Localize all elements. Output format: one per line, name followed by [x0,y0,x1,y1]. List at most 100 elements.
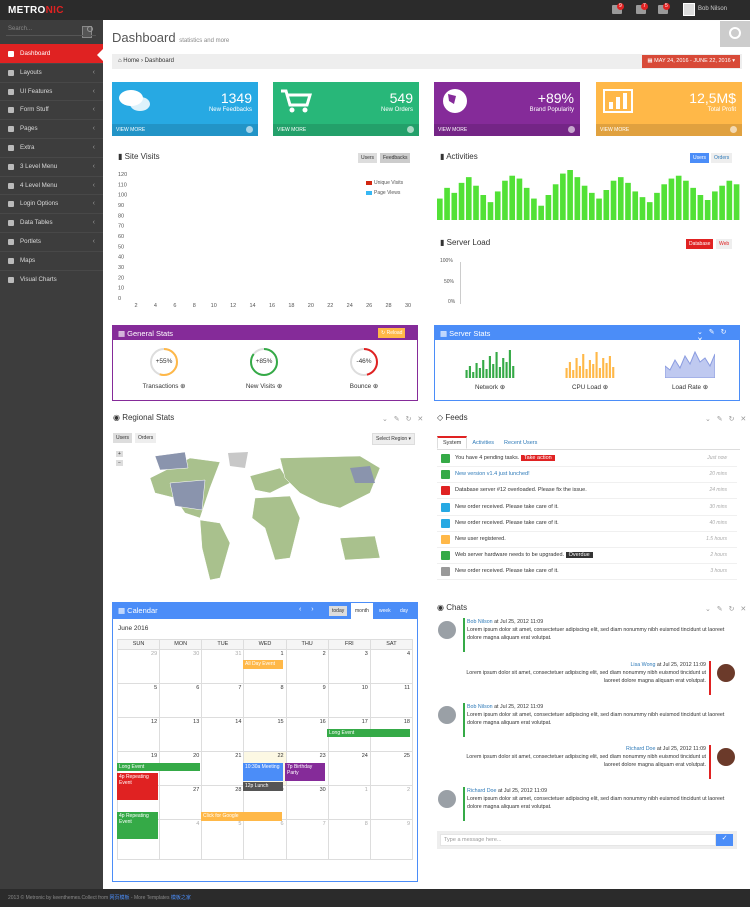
settings-gear-icon[interactable] [720,21,750,47]
calendar-day-cell[interactable]: 9 [285,683,329,718]
calendar-day-cell[interactable]: 6 [243,819,287,860]
calendar-day-cell[interactable]: 14 [201,717,245,752]
calendar-event[interactable]: 4p Repeating Event [117,773,158,800]
portlet-controls[interactable]: ⌄ ✎ ↻ ✕ [382,415,425,423]
stat-circle-label[interactable]: Transactions ⊕ [134,383,194,390]
tab-system[interactable]: System [437,436,468,449]
world-map[interactable] [130,448,400,583]
tab-recent-users[interactable]: Recent Users [499,438,542,448]
sidebar-item-ui-features[interactable]: UI Features ‹ [0,81,103,101]
feedbacks-toggle-button[interactable]: Feedbacks [380,153,411,163]
chat-author[interactable]: Bob Nilson [467,704,493,710]
feed-item[interactable]: New version v1.4 just lunched! 20 mins [437,467,737,484]
calendar-day-cell[interactable]: 25 [369,751,414,786]
calendar-day-cell[interactable]: 1 [327,785,371,820]
portlet-controls[interactable]: ⌄ ✎ ↻ ✕ [697,328,739,344]
calendar-event[interactable]: Long Event [327,729,410,737]
sidebar-item-dashboard[interactable]: Dashboard [0,44,103,63]
calendar-day-cell[interactable]: 13 [159,717,203,752]
sidebar-item-data-tables[interactable]: Data Tables ‹ [0,213,103,232]
feed-item[interactable]: New order received. Please take care of … [437,516,737,532]
sidebar-item-pages[interactable]: Pages ‹ [0,119,103,138]
feed-item[interactable]: You have 4 pending tasks. Take action Jus… [437,451,737,467]
sidebar-item-portlets[interactable]: Portlets ‹ [0,231,103,251]
sidebar-item-3-level-menu[interactable]: 3 Level Menu ‹ [0,156,103,176]
chat-avatar[interactable] [438,790,456,808]
select-region-dropdown[interactable]: Select Region ▾ [372,433,416,445]
calendar-day-cell[interactable]: 29 [116,649,161,684]
zoom-out-button[interactable]: − [116,460,123,466]
load-rate-label[interactable]: Load Rate ⊕ [660,384,720,391]
cpu-load-label[interactable]: CPU Load ⊕ [560,384,620,391]
footer-link-1[interactable]: 网页模板 [110,895,130,901]
reload-button[interactable]: ↻ Reload [378,328,406,338]
calendar-day-cell[interactable]: 8 [243,683,287,718]
activities-orders-button[interactable]: Orders [711,153,733,163]
calendar-nav-arrows[interactable]: ‹ › [299,606,316,613]
calendar-event[interactable]: 10:30a Meeting [243,763,283,781]
chat-avatar[interactable] [717,748,735,766]
calendar-event[interactable]: All Day Event [243,660,283,669]
footer-link-2[interactable]: 模板之家 [171,895,191,901]
calendar-day-cell[interactable]: 7 [285,819,329,860]
feed-tag[interactable]: Take action [520,455,555,461]
view-more-link[interactable]: VIEW MORE [434,124,580,136]
chat-author[interactable]: Richard Doe [626,746,655,752]
calendar-day-cell[interactable]: 5 [201,819,245,860]
portlet-controls[interactable]: ⌄ ✎ ↻ ✕ [705,605,748,613]
calendar-day-cell[interactable]: 10 [327,683,371,718]
database-button[interactable]: Database [686,239,714,249]
search-input[interactable]: Search... [6,24,96,36]
calendar-day-cell[interactable]: 21 [201,751,245,786]
activities-users-button[interactable]: Users [690,153,710,163]
calendar-day-cell[interactable]: 4 [159,819,203,860]
calendar-event[interactable]: 12p Lunch [243,782,283,791]
chat-author[interactable]: Lisa Wong [630,662,655,668]
calendar-day-cell[interactable]: 11 [369,683,414,718]
calendar-day-cell[interactable]: 15 [243,717,287,752]
calendar-day-cell[interactable]: 6 [159,683,203,718]
chat-author[interactable]: Bob Nilson [467,619,493,625]
calendar-day-cell[interactable]: 12 [116,717,161,752]
regional-orders-button[interactable]: Orders [135,433,157,443]
calendar-event[interactable]: 7p Birthday Party [285,763,325,781]
feed-item[interactable]: Database server #12 overloaded. Please f… [437,483,737,500]
calendar-day-cell[interactable]: 24 [327,751,371,786]
tab-activities[interactable]: Activities [467,438,499,448]
month-view-button[interactable]: month [351,603,373,619]
portlet-controls[interactable]: ⌄ ✎ ↻ ✕ [705,415,748,423]
calendar-day-cell[interactable]: 30 [159,649,203,684]
users-toggle-button[interactable]: Users [358,153,378,163]
sidebar-item-form-stuff[interactable]: Form Stuff ‹ [0,100,103,119]
chat-author[interactable]: Richard Doe [467,788,496,794]
stat-circle-label[interactable]: New Visits ⊕ [234,383,294,390]
today-button[interactable]: today [329,606,348,616]
feed-item[interactable]: Web server hardware needs to be upgraded… [437,548,737,565]
search-icon[interactable] [87,26,93,32]
day-view-button[interactable]: day [396,603,413,619]
sidebar-item-login-options[interactable]: Login Options ‹ [0,194,103,213]
web-button[interactable]: Web [716,239,733,249]
sidebar-item-extra[interactable]: Extra ‹ [0,137,103,157]
chat-avatar[interactable] [717,664,735,682]
feed-item[interactable]: New user registered. 1.5 hours [437,532,737,548]
calendar-day-cell[interactable]: 16 [285,717,329,752]
calendar-day-cell[interactable]: 4 [369,649,414,684]
user-name[interactable]: Bob Nilson [698,6,727,12]
calendar-event[interactable]: Long Event [117,763,200,771]
chat-message-input[interactable]: Type a message here... [440,834,716,846]
calendar-event[interactable]: 4p Repeating Event [117,812,158,839]
sidebar-item-layouts[interactable]: Layouts ‹ [0,62,103,82]
calendar-event[interactable]: Click for Google [201,812,282,821]
calendar-day-cell[interactable]: 7 [201,683,245,718]
view-more-link[interactable]: VIEW MORE [112,124,258,136]
avatar[interactable] [683,3,695,16]
feed-item[interactable]: New order received. Please take care of … [437,564,737,581]
calendar-day-cell[interactable]: 27 [159,785,203,820]
calendar-day-cell[interactable]: 3 [327,649,371,684]
week-view-button[interactable]: week [375,603,395,619]
calendar-day-cell[interactable]: 5 [116,683,161,718]
sidebar-item-visual-charts[interactable]: Visual Charts [0,269,103,289]
calendar-day-cell[interactable]: 31 [201,649,245,684]
feed-tag[interactable]: Overdue [565,552,593,559]
